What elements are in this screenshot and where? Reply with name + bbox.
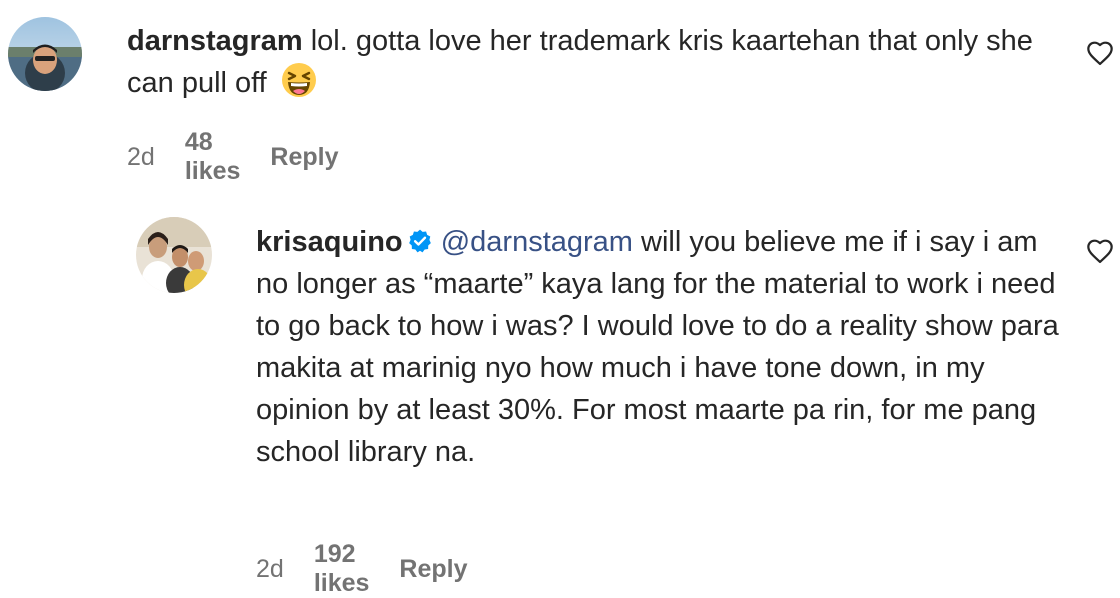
reply-username[interactable]: krisaquino [256,226,403,258]
heart-icon[interactable] [1086,238,1114,266]
reply-meta: 2d 192 likes Reply [256,540,468,598]
avatar[interactable] [136,217,212,293]
avatar-photo [8,17,82,91]
reply-text: krisaquino @darnstagram will you believe… [256,221,1066,473]
comment-meta: 2d 48 likes Reply [127,128,339,186]
reply-button[interactable]: Reply [270,143,338,172]
avatar-photo [136,217,212,293]
comment-text: darnstagram lol. gotta love her trademar… [127,20,1057,104]
reply-time: 2d [256,554,284,583]
heart-icon[interactable] [1086,40,1114,68]
likes-count[interactable]: 48 likes [185,128,241,186]
reply-button[interactable]: Reply [399,555,467,584]
avatar[interactable] [8,17,82,91]
likes-count[interactable]: 192 likes [314,540,370,598]
reply-body: will you believe me if i say i am no lon… [256,226,1059,468]
laughing-squinting-face-icon [281,63,316,97]
comment-username[interactable]: darnstagram [127,25,303,57]
verified-badge-icon [408,229,431,253]
mention-link[interactable]: @darnstagram [441,226,633,258]
comment-time: 2d [127,142,155,171]
